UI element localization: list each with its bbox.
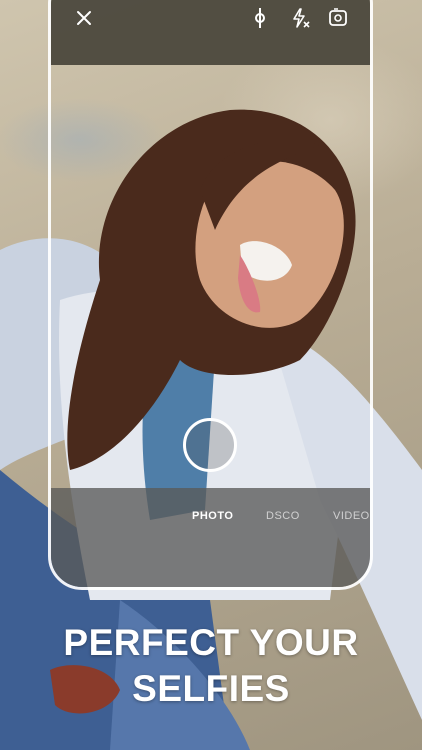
mode-photo[interactable]: PHOTO [192, 510, 233, 522]
headline: PERFECT YOUR SELFIES [0, 620, 422, 712]
shutter-button[interactable] [183, 418, 237, 472]
headline-line-2: SELFIES [132, 668, 290, 709]
phone-frame: PHOTO DSCO VIDEO [48, 0, 373, 590]
mode-dsco[interactable]: DSCO [266, 510, 300, 522]
close-icon[interactable] [71, 5, 97, 31]
mode-bar: PHOTO DSCO VIDEO [51, 488, 370, 587]
camera-top-bar [51, 0, 370, 65]
mode-video[interactable]: VIDEO [333, 510, 370, 522]
exposure-icon[interactable] [247, 5, 273, 31]
flip-camera-icon[interactable] [325, 5, 351, 31]
headline-line-1: PERFECT YOUR [63, 622, 359, 663]
app-screenshot: PHOTO DSCO VIDEO PERFECT YOUR SELFIES [0, 0, 422, 750]
flash-off-icon[interactable] [287, 5, 313, 31]
